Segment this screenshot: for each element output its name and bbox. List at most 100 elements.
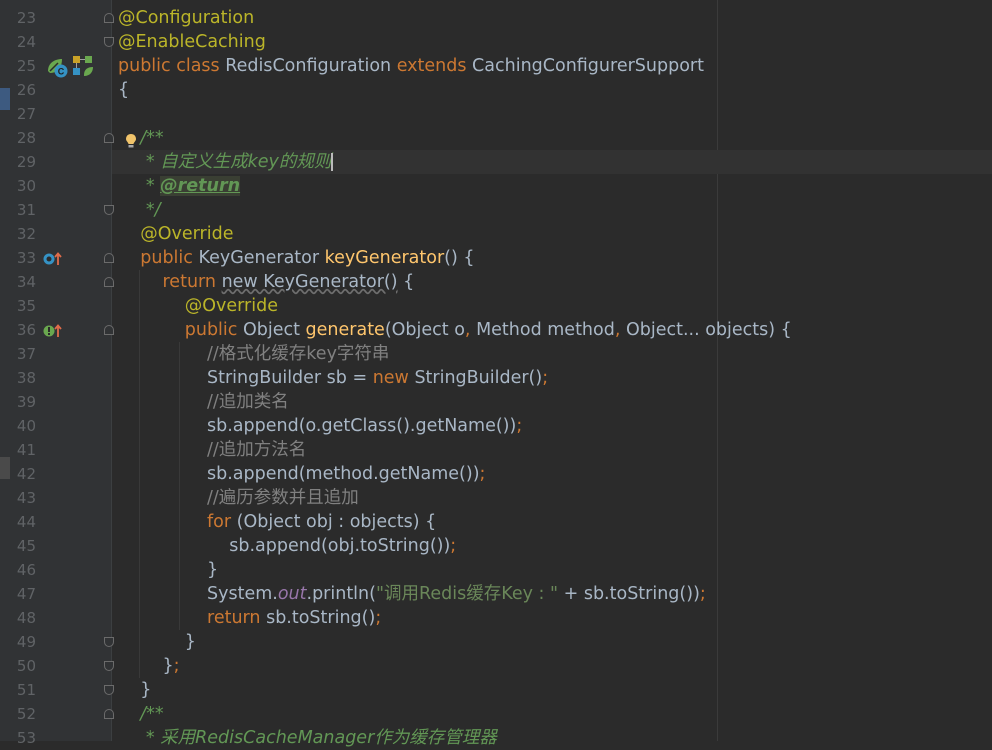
code-text[interactable]: public KeyGenerator keyGenerator() {	[118, 246, 474, 270]
code-line[interactable]: 39 //追加类名	[0, 390, 992, 414]
code-text[interactable]: StringBuilder sb = new StringBuilder();	[118, 366, 548, 390]
code-text[interactable]: return new KeyGenerator() {	[118, 270, 415, 294]
code-text[interactable]: @Override	[118, 294, 278, 318]
code-line[interactable]: 36 public Object generate(Object o, Meth…	[0, 318, 992, 342]
code-line[interactable]: 52 /**	[0, 702, 992, 726]
code-text[interactable]: sb.append(o.getClass().getName());	[118, 414, 522, 438]
code-line[interactable]: 35 @Override	[0, 294, 992, 318]
code-line[interactable]: 28 /**	[0, 126, 992, 150]
override-method-icon[interactable]	[43, 251, 63, 267]
code-line[interactable]: 42 sb.append(method.getName());	[0, 462, 992, 486]
code-line[interactable]: 49 }	[0, 630, 992, 654]
line-number[interactable]: 53	[14, 726, 36, 750]
code-text[interactable]: @EnableCaching	[118, 30, 266, 54]
line-number[interactable]: 37	[14, 342, 36, 366]
code-text[interactable]: * 自定义生成key的规则	[118, 150, 334, 174]
line-number[interactable]: 27	[14, 102, 36, 126]
fold-marker[interactable]	[104, 13, 114, 23]
fold-marker[interactable]	[104, 709, 114, 719]
fold-marker[interactable]	[104, 661, 114, 671]
code-line[interactable]: 34 return new KeyGenerator() {	[0, 270, 992, 294]
code-text[interactable]: //格式化缓存key字符串	[118, 342, 389, 366]
code-text[interactable]: //追加方法名	[118, 438, 306, 462]
class-icon[interactable]: C	[54, 64, 68, 78]
fold-marker[interactable]	[104, 205, 114, 215]
fold-marker[interactable]	[104, 133, 114, 143]
intention-bulb-icon[interactable]	[125, 133, 137, 149]
implements-method-icon[interactable]	[43, 323, 63, 339]
code-text[interactable]: * 采用RedisCacheManager作为缓存管理器	[118, 726, 497, 750]
code-line[interactable]: 30 * @return	[0, 174, 992, 198]
code-line[interactable]: 51 }	[0, 678, 992, 702]
code-text[interactable]: @Configuration	[118, 6, 254, 30]
line-number[interactable]: 36	[14, 318, 36, 342]
code-line[interactable]: 43 //遍历参数并且追加	[0, 486, 992, 510]
line-number[interactable]: 32	[14, 222, 36, 246]
line-number[interactable]: 35	[14, 294, 36, 318]
code-text[interactable]: };	[118, 654, 180, 678]
code-text[interactable]: System.out.println("调用Redis缓存Key : " + s…	[118, 582, 706, 606]
line-number[interactable]: 42	[14, 462, 36, 486]
code-line[interactable]: 33 public KeyGenerator keyGenerator() {	[0, 246, 992, 270]
line-number[interactable]: 49	[14, 630, 36, 654]
code-text[interactable]: }	[118, 678, 151, 702]
code-text[interactable]: sb.append(method.getName());	[118, 462, 485, 486]
code-text[interactable]: //遍历参数并且追加	[118, 486, 359, 510]
code-line[interactable]: 23 @Configuration	[0, 6, 992, 30]
code-text[interactable]: public Object generate(Object o, Method …	[118, 318, 792, 342]
code-text[interactable]: }	[118, 630, 196, 654]
code-text[interactable]: * @return	[118, 174, 241, 198]
code-line[interactable]: 25 public class RedisConfiguration extend…	[0, 54, 992, 78]
fold-marker[interactable]	[104, 277, 114, 287]
code-line[interactable]: 48 return sb.toString();	[0, 606, 992, 630]
line-number[interactable]: 50	[14, 654, 36, 678]
code-text[interactable]: //追加类名	[118, 390, 289, 414]
code-line[interactable]: 40 sb.append(o.getClass().getName());	[0, 414, 992, 438]
line-number[interactable]: 43	[14, 486, 36, 510]
code-line[interactable]: 27	[0, 102, 992, 126]
line-number[interactable]: 46	[14, 558, 36, 582]
code-text[interactable]: {	[118, 78, 129, 102]
code-line[interactable]: 46 }	[0, 558, 992, 582]
code-line[interactable]: 45 sb.append(obj.toString());	[0, 534, 992, 558]
line-number[interactable]: 34	[14, 270, 36, 294]
code-text[interactable]: for (Object obj : objects) {	[118, 510, 436, 534]
code-line[interactable]: 24 @EnableCaching	[0, 30, 992, 54]
line-number[interactable]: 40	[14, 414, 36, 438]
code-text[interactable]: public class RedisConfiguration extends …	[118, 54, 704, 78]
code-line[interactable]: 41 //追加方法名	[0, 438, 992, 462]
line-number[interactable]: 44	[14, 510, 36, 534]
code-text[interactable]: sb.append(obj.toString());	[118, 534, 456, 558]
line-number[interactable]: 24	[14, 30, 36, 54]
fold-marker[interactable]	[104, 37, 114, 47]
code-line[interactable]: 32 @Override	[0, 222, 992, 246]
fold-marker[interactable]	[104, 253, 114, 263]
line-number[interactable]: 41	[14, 438, 36, 462]
spring-config-icon[interactable]	[72, 55, 94, 77]
code-line[interactable]: 47 System.out.println("调用Redis缓存Key : " …	[0, 582, 992, 606]
code-text[interactable]: */	[118, 198, 161, 222]
line-number[interactable]: 30	[14, 174, 36, 198]
code-line[interactable]: 50 };	[0, 654, 992, 678]
code-line[interactable]: 29 * 自定义生成key的规则	[0, 150, 992, 174]
code-line[interactable]: 44 for (Object obj : objects) {	[0, 510, 992, 534]
fold-marker[interactable]	[104, 325, 114, 335]
code-line[interactable]: 53 * 采用RedisCacheManager作为缓存管理器	[0, 726, 992, 750]
code-line[interactable]: 26 {	[0, 78, 992, 102]
fold-marker[interactable]	[104, 685, 114, 695]
code-text[interactable]: @Override	[118, 222, 233, 246]
line-number[interactable]: 52	[14, 702, 36, 726]
line-number[interactable]: 45	[14, 534, 36, 558]
code-text[interactable]: return sb.toString();	[118, 606, 381, 630]
code-text[interactable]: /**	[118, 702, 163, 726]
line-number[interactable]: 47	[14, 582, 36, 606]
line-number[interactable]: 39	[14, 390, 36, 414]
line-number[interactable]: 38	[14, 366, 36, 390]
code-text[interactable]: }	[118, 558, 218, 582]
code-line[interactable]: 38 StringBuilder sb = new StringBuilder(…	[0, 366, 992, 390]
line-number[interactable]: 25	[14, 54, 36, 78]
line-number[interactable]: 26	[14, 78, 36, 102]
code-line[interactable]: 31 */	[0, 198, 992, 222]
fold-marker[interactable]	[104, 637, 114, 647]
line-number[interactable]: 51	[14, 678, 36, 702]
